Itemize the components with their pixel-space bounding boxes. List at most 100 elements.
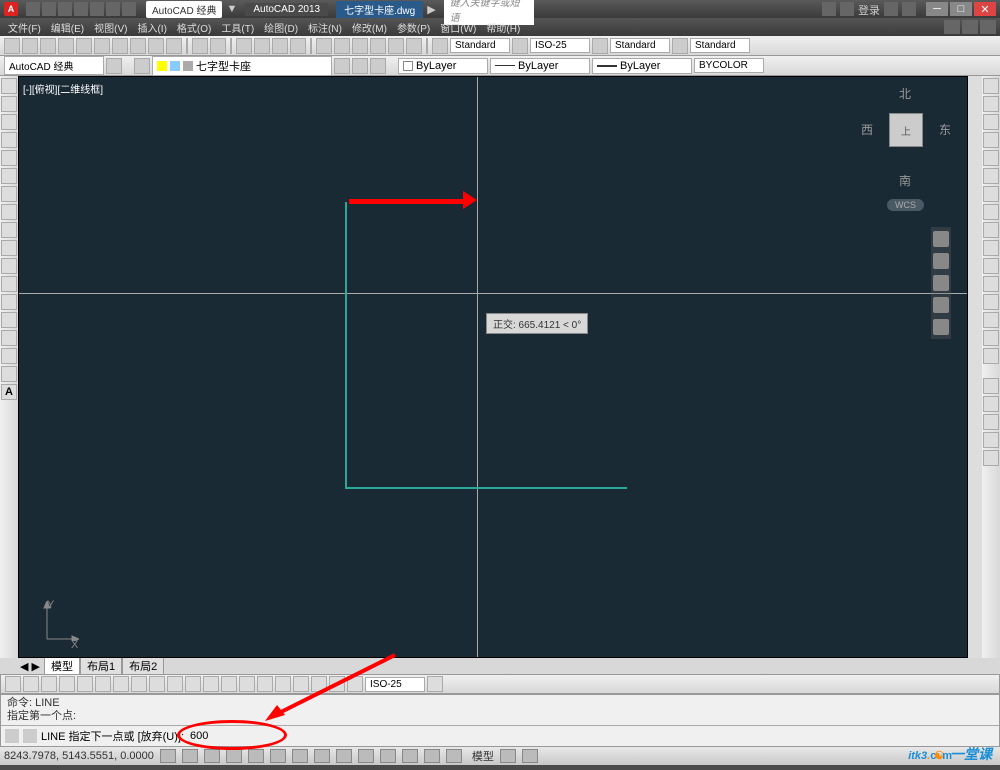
coords-readout[interactable]: 8243.7978, 5143.5551, 0.0000 [4, 750, 154, 762]
revcloud-tool-icon[interactable] [1, 186, 17, 202]
viewcube-top[interactable]: 上 [889, 113, 923, 147]
command-line[interactable]: LINE 指定下一点或 [放弃(U)]: 600 [1, 725, 999, 746]
designcenter-icon[interactable] [334, 38, 350, 54]
properties-icon[interactable] [316, 38, 332, 54]
arc-tool-icon[interactable] [1, 150, 17, 166]
markup-icon[interactable] [388, 38, 404, 54]
sheet-icon[interactable] [370, 38, 386, 54]
layer-states-icon[interactable] [334, 58, 350, 74]
snap-toggle[interactable] [160, 749, 176, 763]
exchange-icon[interactable] [884, 2, 898, 16]
dim-jogged-icon[interactable] [95, 676, 111, 692]
command-input[interactable]: 600 [190, 730, 208, 742]
help-icon[interactable] [902, 2, 916, 16]
redo-icon[interactable] [210, 38, 226, 54]
dim-angular-icon[interactable] [131, 676, 147, 692]
qat-saveas-icon[interactable] [74, 2, 88, 16]
chamfer-tool-icon[interactable] [983, 312, 999, 328]
textstyle-icon[interactable] [432, 38, 448, 54]
layer-iso-icon[interactable] [352, 58, 368, 74]
list-tool-icon[interactable] [983, 432, 999, 448]
publish-icon[interactable] [94, 38, 110, 54]
linetype-dropdown[interactable]: ByLayer [490, 58, 590, 74]
dist-tool-icon[interactable] [983, 378, 999, 394]
close-button[interactable]: ✕ [974, 2, 996, 16]
menu-view[interactable]: 视图(V) [90, 19, 131, 36]
block-tool-icon[interactable] [1, 258, 17, 274]
explode-tool-icon[interactable] [983, 348, 999, 364]
jogline-icon[interactable] [293, 676, 309, 692]
doc-restore-button[interactable] [962, 20, 978, 34]
grid-toggle[interactable] [182, 749, 198, 763]
layer-dropdown[interactable]: 七字型卡座 [152, 56, 332, 76]
qat-save-icon[interactable] [58, 2, 72, 16]
view-cube[interactable]: 上 北 南 东 西 WCS [861, 85, 951, 175]
new-icon[interactable] [4, 38, 20, 54]
plot-icon[interactable] [58, 38, 74, 54]
save-icon[interactable] [40, 38, 56, 54]
line-tool-icon[interactable] [1, 78, 17, 94]
menu-window[interactable]: 窗口(W) [436, 19, 480, 36]
array-tool-icon[interactable] [983, 150, 999, 166]
tab-layout1[interactable]: 布局1 [80, 657, 122, 675]
qat-redo-icon[interactable] [122, 2, 136, 16]
ellipse-tool-icon[interactable] [1, 222, 17, 238]
menu-parametric[interactable]: 参数(P) [393, 19, 434, 36]
break-tool-icon[interactable] [983, 276, 999, 292]
tablestyle-dropdown[interactable]: Standard [610, 38, 670, 53]
minimize-button[interactable]: ─ [926, 2, 948, 16]
workspace-selector[interactable]: AutoCAD 经典 [146, 1, 222, 18]
calc-icon[interactable] [406, 38, 422, 54]
offset-tool-icon[interactable] [983, 132, 999, 148]
centermark-icon[interactable] [257, 676, 273, 692]
join-tool-icon[interactable] [983, 294, 999, 310]
area-tool-icon[interactable] [983, 396, 999, 412]
region-props-icon[interactable] [983, 414, 999, 430]
login-label[interactable]: 登录 [858, 2, 880, 16]
sc-toggle[interactable] [424, 749, 440, 763]
dim-break-icon[interactable] [221, 676, 237, 692]
point-tool-icon[interactable] [1, 276, 17, 292]
gradient-tool-icon[interactable] [1, 312, 17, 328]
dimedit-icon[interactable] [311, 676, 327, 692]
dim-aligned-icon[interactable] [23, 676, 39, 692]
cmd-handle-icon[interactable] [5, 729, 19, 743]
dim-linear-icon[interactable] [5, 676, 21, 692]
dimstyle-mgr-icon[interactable] [427, 676, 443, 692]
undo-icon[interactable] [192, 38, 208, 54]
menu-insert[interactable]: 插入(I) [133, 19, 170, 36]
copy-tool-icon[interactable] [983, 96, 999, 112]
menu-file[interactable]: 文件(F) [4, 19, 45, 36]
pline-tool-icon[interactable] [1, 96, 17, 112]
region-tool-icon[interactable] [1, 330, 17, 346]
menu-dimension[interactable]: 标注(N) [304, 19, 346, 36]
viewcube-south[interactable]: 南 [899, 172, 911, 189]
zoom-prev-icon[interactable] [290, 38, 306, 54]
dyn-toggle[interactable] [336, 749, 352, 763]
model-space-label[interactable]: 模型 [472, 748, 494, 764]
stretch-tool-icon[interactable] [983, 222, 999, 238]
dim-space-icon[interactable] [203, 676, 219, 692]
dimtedit-icon[interactable] [329, 676, 345, 692]
mleaderstyle-dropdown[interactable]: Standard [690, 38, 750, 53]
viewcube-north[interactable]: 北 [899, 85, 911, 102]
extend-tool-icon[interactable] [983, 258, 999, 274]
trim-tool-icon[interactable] [983, 240, 999, 256]
viewcube-east[interactable]: 东 [939, 121, 951, 138]
dimupdate-icon[interactable] [347, 676, 363, 692]
maximize-button[interactable]: □ [950, 2, 972, 16]
zoom-icon[interactable] [254, 38, 270, 54]
dim-radius-icon[interactable] [77, 676, 93, 692]
ortho-toggle[interactable] [204, 749, 220, 763]
polygon-tool-icon[interactable] [1, 114, 17, 130]
dim-arc-icon[interactable] [41, 676, 57, 692]
cut-icon[interactable] [112, 38, 128, 54]
viewcube-west[interactable]: 西 [861, 121, 873, 138]
status-extra1[interactable] [500, 749, 516, 763]
steering-wheel-icon[interactable] [933, 231, 949, 247]
move-tool-icon[interactable] [983, 168, 999, 184]
spline-tool-icon[interactable] [1, 204, 17, 220]
menu-tools[interactable]: 工具(T) [217, 19, 258, 36]
viewport-label[interactable]: [-][俯视][二维线框] [23, 81, 103, 96]
toolpalette-icon[interactable] [352, 38, 368, 54]
